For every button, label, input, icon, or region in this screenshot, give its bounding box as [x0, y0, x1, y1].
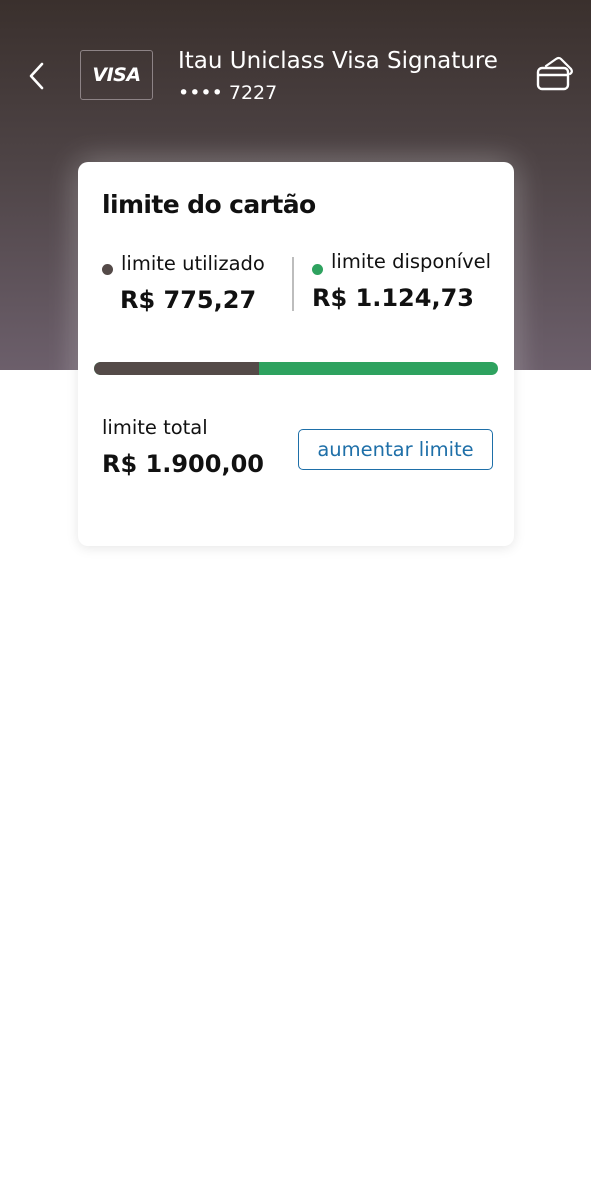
credit-card-icon	[536, 56, 573, 91]
available-limit-dot	[312, 264, 323, 275]
divider	[292, 257, 294, 311]
card-options-button[interactable]	[534, 56, 576, 94]
total-limit-value: R$ 1.900,00	[102, 450, 264, 478]
card-name: Itau Uniclass Visa Signature	[178, 48, 498, 74]
used-limit-label: limite utilizado	[121, 252, 265, 275]
used-limit-value: R$ 775,27	[120, 286, 257, 314]
card-limit-panel: limite do cartão limite utilizado R$ 775…	[78, 162, 514, 546]
card-number: •••• 7227	[178, 82, 278, 104]
limit-progress-used	[94, 362, 259, 375]
limit-progress-bar	[94, 362, 498, 375]
used-limit-dot	[102, 264, 113, 275]
total-limit-label: limite total	[102, 416, 208, 439]
available-limit-label: limite disponível	[331, 250, 492, 273]
chevron-left-icon	[29, 62, 44, 90]
visa-logo: VISA	[80, 50, 153, 100]
limit-card-title: limite do cartão	[102, 190, 316, 219]
back-button[interactable]	[22, 58, 52, 94]
increase-limit-button[interactable]: aumentar limite	[298, 429, 493, 470]
available-limit-value: R$ 1.124,73	[312, 284, 474, 312]
